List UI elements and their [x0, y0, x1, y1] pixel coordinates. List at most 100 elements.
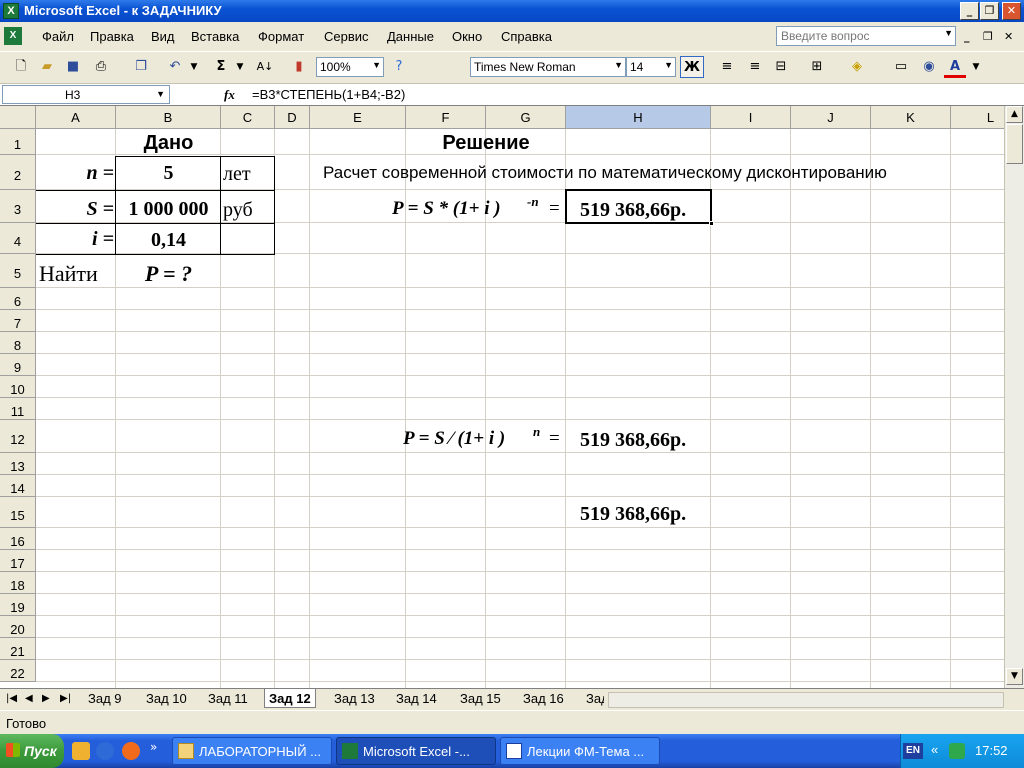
doc-minimize-button[interactable]: _	[964, 30, 970, 43]
fill-color-icon[interactable]: ◈	[846, 56, 868, 78]
prev-sheet-icon[interactable]: ◀	[25, 693, 33, 704]
worksheet-grid[interactable]: A B C D E F G H I J K L 1 2 3 4 5 6 7 8 9 10 11 12 1…	[0, 106, 1024, 688]
chevron-down-icon[interactable]: ▼	[372, 60, 381, 70]
row-header[interactable]: 9	[0, 354, 36, 376]
result-h12[interactable]: 519 368,66р.	[580, 429, 686, 452]
chevron-down-icon[interactable]: ▼	[664, 60, 673, 70]
menu-edit[interactable]: Правка	[90, 29, 134, 44]
undo-dropdown-icon[interactable]: ▼	[188, 56, 200, 78]
menu-view[interactable]: Вид	[151, 29, 175, 44]
fill-handle[interactable]	[709, 221, 714, 226]
column-header-k[interactable]: K	[871, 106, 951, 129]
record-icon[interactable]: ◉	[918, 56, 940, 78]
insert-function-icon[interactable]: fx	[224, 87, 235, 103]
menu-insert[interactable]: Вставка	[191, 29, 239, 44]
scroll-down-icon[interactable]: ▼	[1006, 668, 1023, 685]
autosum-dropdown-icon[interactable]: ▼	[234, 56, 246, 78]
row-header[interactable]: 3	[0, 190, 36, 223]
column-header-d[interactable]: D	[275, 106, 310, 129]
merge-center-icon[interactable]: ⊟	[770, 56, 792, 78]
menu-data[interactable]: Данные	[387, 29, 434, 44]
column-header-h[interactable]: H	[566, 106, 711, 129]
find-target[interactable]: P = ?	[116, 261, 221, 287]
start-button[interactable]: Пуск	[0, 734, 64, 768]
menu-format[interactable]: Формат	[258, 29, 304, 44]
undo-icon[interactable]: ↶	[164, 56, 186, 78]
sheet-tab-active[interactable]: Зад 12	[264, 689, 316, 708]
sheet-tab[interactable]: Зад 15	[460, 689, 501, 708]
menu-window[interactable]: Окно	[452, 29, 482, 44]
row-header[interactable]: 22	[0, 660, 36, 682]
column-header-c[interactable]: C	[221, 106, 275, 129]
spelling-icon[interactable]: ▭	[890, 56, 912, 78]
row-header[interactable]: 15	[0, 497, 36, 528]
sheet-tab[interactable]: Зад 16	[523, 689, 564, 708]
formula-input[interactable]: =B3*СТЕПЕНЬ(1+B4;-B2)	[252, 87, 405, 102]
vertical-scrollbar[interactable]: ▲ ▼	[1004, 106, 1024, 688]
s-value-cell[interactable]: 1 000 000	[116, 198, 221, 221]
find-label[interactable]: Найти	[39, 261, 98, 287]
row-header[interactable]: 8	[0, 332, 36, 354]
column-header-i[interactable]: I	[711, 106, 791, 129]
first-sheet-icon[interactable]: |◀	[6, 693, 17, 704]
help-question-input[interactable]: Введите вопрос ▼	[776, 26, 956, 46]
workbook-icon[interactable]: X	[4, 27, 22, 45]
open-folder-icon[interactable]: ▰	[36, 56, 58, 78]
tray-app-icon[interactable]	[949, 743, 965, 759]
sheet-tab[interactable]: Зад 14	[396, 689, 437, 708]
row-header[interactable]: 2	[0, 155, 36, 190]
chart-wizard-icon[interactable]: ▮	[288, 56, 310, 78]
tray-expand-icon[interactable]: «	[931, 742, 938, 757]
sheet-tab[interactable]: Зад 9	[88, 689, 122, 708]
n-label[interactable]: n =	[36, 162, 114, 185]
task-button-lab[interactable]: ЛАБОРАТОРНЫЙ ...	[172, 737, 332, 765]
active-cell-h3[interactable]	[565, 189, 714, 226]
n-unit[interactable]: лет	[223, 163, 251, 186]
next-sheet-icon[interactable]: ▶	[42, 693, 50, 704]
solution-subtitle[interactable]: Расчет современной стоимости по математи…	[323, 163, 887, 183]
minimize-button[interactable]: _	[960, 2, 979, 20]
s-unit[interactable]: руб	[223, 199, 253, 222]
copy-icon[interactable]: ❐	[130, 56, 152, 78]
bold-button[interactable]: Ж	[680, 56, 704, 78]
column-header-g[interactable]: G	[486, 106, 566, 129]
sheet-tab[interactable]: Зад 10	[146, 689, 187, 708]
chevron-down-icon[interactable]: ▼	[614, 60, 623, 70]
sort-ascending-icon[interactable]: A↓	[254, 56, 276, 78]
borders-icon[interactable]: ⊞	[806, 56, 828, 78]
language-indicator[interactable]: EN	[903, 743, 923, 759]
row-header[interactable]: 18	[0, 572, 36, 594]
result-h15[interactable]: 519 368,66р.	[580, 503, 686, 526]
chevron-down-icon[interactable]: ▼	[944, 28, 953, 38]
zoom-select[interactable]: 100% ▼	[316, 57, 384, 77]
last-sheet-icon[interactable]: ▶|	[60, 693, 71, 704]
restore-button[interactable]: ❐	[980, 2, 999, 20]
chevron-down-icon[interactable]: ▼	[156, 89, 165, 99]
select-all-corner[interactable]	[0, 106, 36, 129]
ie-icon[interactable]	[96, 742, 114, 760]
row-header[interactable]: 1	[0, 129, 36, 155]
n-value-cell[interactable]: 5	[116, 162, 221, 185]
i-value-cell[interactable]: 0,14	[116, 229, 221, 252]
row-header[interactable]: 10	[0, 376, 36, 398]
column-header-a[interactable]: A	[36, 106, 116, 129]
solution-header[interactable]: Решение	[406, 132, 566, 155]
help-icon[interactable]: ?	[388, 56, 410, 78]
save-icon[interactable]: ■	[62, 56, 84, 78]
font-name-select[interactable]: Times New Roman ▼	[470, 57, 626, 77]
font-size-select[interactable]: 14 ▼	[626, 57, 676, 77]
sheet-tab[interactable]: Зад 13	[334, 689, 375, 708]
row-header[interactable]: 11	[0, 398, 36, 420]
sheet-tab[interactable]: Зад 11	[208, 689, 248, 708]
column-header-j[interactable]: J	[791, 106, 871, 129]
task-button-excel[interactable]: Microsoft Excel -...	[336, 737, 496, 765]
s-label[interactable]: S =	[36, 198, 114, 221]
menu-tools[interactable]: Сервис	[324, 29, 369, 44]
name-box[interactable]: H3 ▼	[2, 85, 170, 104]
quicklaunch-pen-icon[interactable]	[72, 742, 90, 760]
row-header[interactable]: 13	[0, 453, 36, 475]
align-center-icon[interactable]: ≡	[716, 56, 738, 78]
menu-help[interactable]: Справка	[501, 29, 552, 44]
scroll-up-icon[interactable]: ▲	[1006, 106, 1023, 123]
task-button-word[interactable]: Лекции ФМ-Тема ...	[500, 737, 660, 765]
